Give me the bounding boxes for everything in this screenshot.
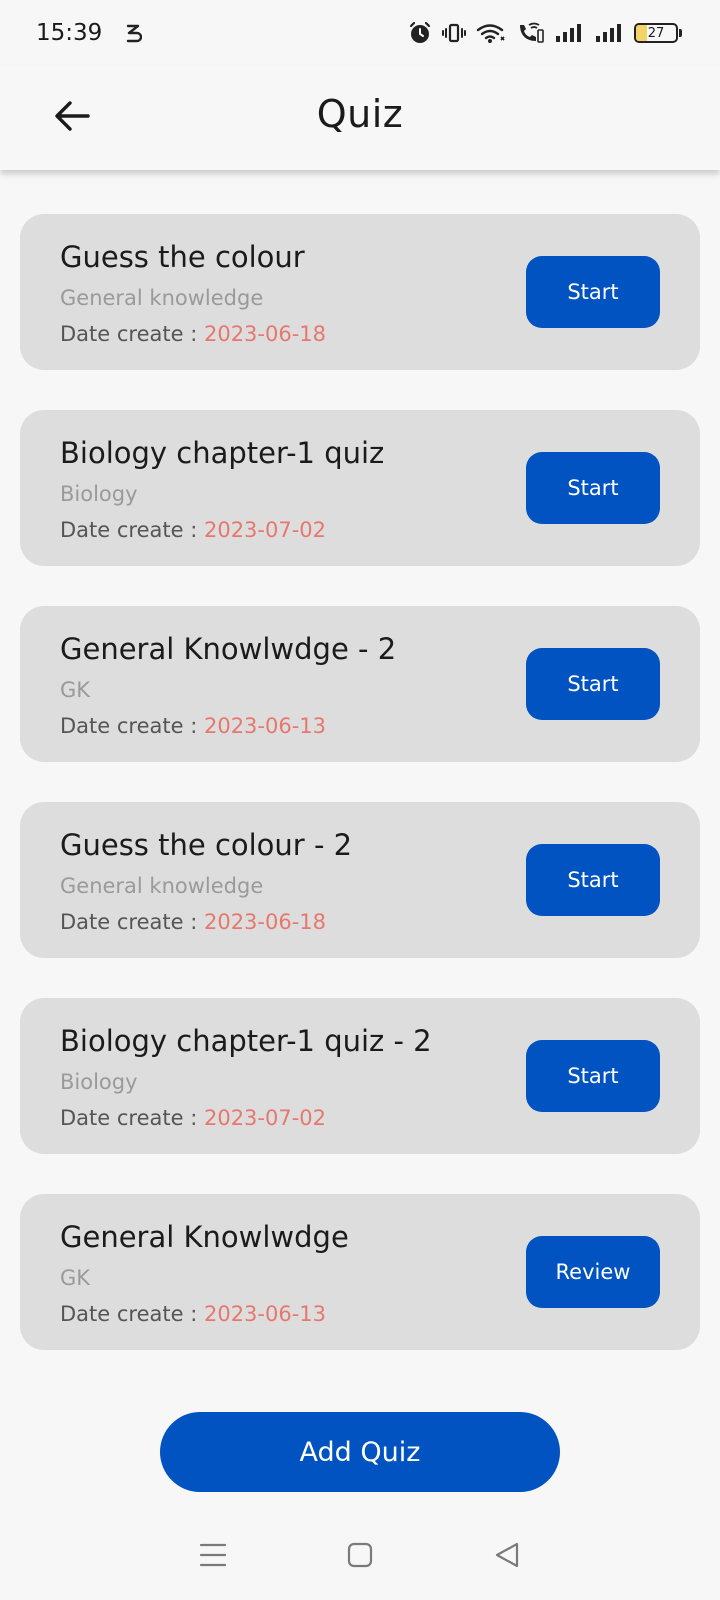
start-button[interactable]: Start — [526, 648, 660, 720]
wifi-calling-icon — [516, 21, 544, 45]
quiz-screen: 15:39 27 Quiz Guess the colour General k… — [0, 0, 720, 1600]
quiz-card[interactable]: Guess the colour - 2 General knowledge D… — [20, 802, 700, 958]
date-value: 2023-06-13 — [203, 714, 327, 738]
date-value: 2023-07-02 — [203, 1106, 327, 1130]
date-label: Date create : — [60, 518, 204, 542]
quiz-category: Biology — [60, 482, 138, 506]
date-value: 2023-06-13 — [203, 1302, 327, 1326]
quiz-title: Guess the colour - 2 — [60, 828, 353, 862]
quiz-card[interactable]: Biology chapter-1 quiz Biology Date crea… — [20, 410, 700, 566]
battery-body: 27 — [634, 23, 678, 43]
wifi-icon — [476, 21, 506, 45]
status-bar: 15:39 27 — [0, 0, 720, 66]
battery-tip — [679, 29, 682, 37]
quiz-title: Guess the colour — [60, 240, 305, 274]
recent-apps-button[interactable] — [189, 1533, 237, 1581]
quiz-category: GK — [60, 678, 91, 702]
quiz-list: Guess the colour General knowledge Date … — [20, 214, 700, 1350]
quiz-category: General knowledge — [60, 874, 264, 898]
quiz-category: GK — [60, 1266, 91, 1290]
alarm-icon — [408, 21, 432, 45]
quiz-title: General Knowlwdge — [60, 1220, 349, 1254]
date-label: Date create : — [60, 1106, 204, 1130]
quiz-title: Biology chapter-1 quiz - 2 — [60, 1024, 432, 1058]
status-right: 27 — [408, 21, 682, 45]
date-value: 2023-06-18 — [203, 322, 327, 346]
date-label: Date create : — [60, 910, 204, 934]
signal-icon — [554, 22, 584, 44]
system-nav-bar — [0, 1520, 720, 1594]
quiz-category: General knowledge — [60, 286, 264, 310]
menu-icon — [199, 1542, 227, 1572]
quiz-card[interactable]: General Knowlwdge - 2 GK Date create : 2… — [20, 606, 700, 762]
signal-icon — [594, 22, 624, 44]
date-label: Date create : — [60, 714, 204, 738]
quiz-date-row: Date create : 2023-06-13 — [60, 714, 326, 738]
battery-fill — [636, 25, 647, 41]
start-button[interactable]: Start — [526, 452, 660, 524]
quiz-date-row: Date create : 2023-06-13 — [60, 1302, 326, 1326]
start-button[interactable]: Start — [526, 1040, 660, 1112]
date-label: Date create : — [60, 322, 204, 346]
vibrate-icon — [442, 21, 466, 45]
back-nav-button[interactable] — [483, 1533, 531, 1581]
date-value: 2023-06-18 — [203, 910, 327, 934]
add-quiz-button[interactable]: Add Quiz — [160, 1412, 560, 1492]
quiz-date-row: Date create : 2023-07-02 — [60, 518, 326, 542]
date-value: 2023-07-02 — [203, 518, 327, 542]
quiz-date-row: Date create : 2023-07-02 — [60, 1106, 326, 1130]
start-button[interactable]: Start — [526, 256, 660, 328]
quiz-card[interactable]: Guess the colour General knowledge Date … — [20, 214, 700, 370]
battery-icon: 27 — [634, 23, 682, 43]
status-left: 15:39 — [36, 20, 143, 46]
home-icon — [346, 1541, 374, 1573]
quiz-category: Biology — [60, 1070, 138, 1094]
home-button[interactable] — [336, 1533, 384, 1581]
quiz-date-row: Date create : 2023-06-18 — [60, 910, 326, 934]
quiz-date-row: Date create : 2023-06-18 — [60, 322, 326, 346]
quiz-title: General Knowlwdge - 2 — [60, 632, 397, 666]
review-button[interactable]: Review — [526, 1236, 660, 1308]
battery-level: 27 — [647, 25, 665, 41]
start-button[interactable]: Start — [526, 844, 660, 916]
status-time: 15:39 — [36, 20, 103, 46]
s-icon — [124, 22, 143, 44]
page-title: Quiz — [316, 92, 404, 136]
back-icon — [493, 1541, 521, 1573]
date-label: Date create : — [60, 1302, 204, 1326]
quiz-card[interactable]: Biology chapter-1 quiz - 2 Biology Date … — [20, 998, 700, 1154]
quiz-card[interactable]: General Knowlwdge GK Date create : 2023-… — [20, 1194, 700, 1350]
quiz-title: Biology chapter-1 quiz — [60, 436, 385, 470]
app-bar: Quiz — [0, 66, 720, 170]
